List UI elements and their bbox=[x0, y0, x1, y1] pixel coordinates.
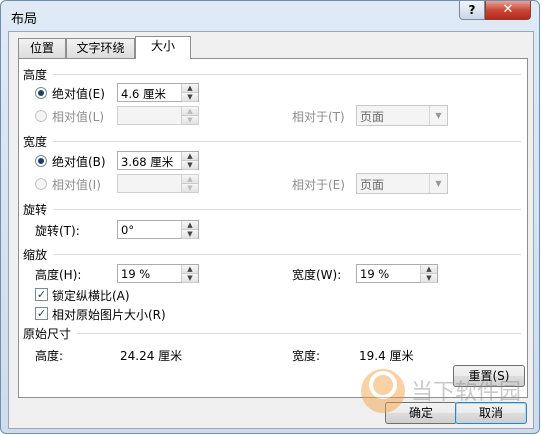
lock-aspect-ratio-checkbox[interactable]: ✓ bbox=[35, 288, 48, 301]
width-absolute-value: 3.68 厘米 bbox=[121, 155, 174, 169]
spin-up-icon[interactable]: ▲ bbox=[182, 265, 198, 274]
spin-down-icon[interactable]: ▼ bbox=[182, 184, 198, 193]
height-section-title: 高度 bbox=[23, 68, 48, 82]
scale-width-value: 19 % bbox=[360, 267, 390, 281]
spin-down-icon[interactable]: ▼ bbox=[182, 274, 198, 283]
height-relative-to-value: 页面 bbox=[360, 110, 385, 124]
spin-up-icon[interactable]: ▲ bbox=[421, 265, 437, 274]
height-absolute-radio[interactable] bbox=[35, 87, 47, 99]
size-panel: 高度 绝对值(E) 4.6 厘米 ▲ ▼ 相对值(L) ▲ ▼ 相对于(T) 页面 … bbox=[18, 58, 528, 398]
title-bar: 布局 ? ✕ bbox=[1, 1, 541, 29]
rotation-value: 0° bbox=[121, 223, 135, 237]
spin-up-icon[interactable]: ▲ bbox=[182, 107, 198, 116]
rotation-input[interactable]: 0° ▲ ▼ bbox=[117, 220, 199, 239]
scale-section-title: 缩放 bbox=[23, 248, 48, 262]
chevron-down-icon: ▼ bbox=[429, 106, 447, 125]
height-relative-radio[interactable] bbox=[35, 110, 47, 122]
width-relative-input[interactable]: ▲ ▼ bbox=[117, 174, 199, 193]
spin-down-icon[interactable]: ▼ bbox=[182, 116, 198, 125]
width-absolute-label: 绝对值(B) bbox=[52, 155, 106, 169]
relative-original-size-label: 相对原始图片大小(R) bbox=[52, 308, 166, 322]
divider bbox=[77, 333, 521, 334]
width-relative-to-select[interactable]: 页面 ▼ bbox=[356, 173, 448, 194]
scale-height-value: 19 % bbox=[121, 267, 151, 281]
height-absolute-value: 4.6 厘米 bbox=[121, 87, 166, 101]
spin-down-icon[interactable]: ▼ bbox=[182, 161, 198, 170]
spin-down-icon[interactable]: ▼ bbox=[182, 93, 198, 102]
tab-position[interactable]: 位置 bbox=[18, 38, 66, 58]
width-absolute-input[interactable]: 3.68 厘米 ▲ ▼ bbox=[117, 151, 199, 170]
tab-text-wrap[interactable]: 文字环绕 bbox=[66, 38, 135, 58]
spin-down-icon[interactable]: ▼ bbox=[182, 230, 198, 239]
height-relative-to-label: 相对于(T) bbox=[292, 110, 345, 124]
divider bbox=[53, 141, 521, 142]
width-relative-label: 相对值(I) bbox=[52, 178, 101, 192]
height-absolute-input[interactable]: 4.6 厘米 ▲ ▼ bbox=[117, 83, 199, 102]
window-title: 布局 bbox=[11, 12, 38, 27]
width-relative-radio[interactable] bbox=[35, 178, 47, 190]
rotation-label: 旋转(T): bbox=[35, 224, 80, 238]
lock-aspect-ratio-label: 锁定纵横比(A) bbox=[52, 289, 130, 303]
height-absolute-label: 绝对值(E) bbox=[52, 87, 105, 101]
watermark-logo: 当下软件园 bbox=[361, 369, 521, 413]
spin-up-icon[interactable]: ▲ bbox=[182, 84, 198, 93]
spin-up-icon[interactable]: ▲ bbox=[182, 221, 198, 230]
tab-size[interactable]: 大小 bbox=[135, 36, 191, 59]
divider bbox=[53, 254, 521, 255]
close-button[interactable]: ✕ bbox=[485, 1, 531, 20]
height-relative-input[interactable]: ▲ ▼ bbox=[117, 106, 199, 125]
original-size-section-title: 原始尺寸 bbox=[23, 327, 72, 341]
relative-original-size-checkbox[interactable]: ✓ bbox=[35, 307, 48, 320]
scale-height-input[interactable]: 19 % ▲ ▼ bbox=[117, 264, 199, 283]
width-relative-to-value: 页面 bbox=[360, 178, 385, 192]
width-relative-to-label: 相对于(E) bbox=[292, 178, 345, 192]
width-section-title: 宽度 bbox=[23, 135, 48, 149]
spin-down-icon[interactable]: ▼ bbox=[421, 274, 437, 283]
original-width-label: 宽度: bbox=[292, 349, 321, 363]
layout-dialog: 布局 ? ✕ 位置 文字环绕 大小 高度 绝对值(E) 4.6 厘米 ▲ ▼ 相对… bbox=[0, 0, 540, 434]
height-relative-label: 相对值(L) bbox=[52, 110, 105, 124]
scale-width-label: 宽度(W): bbox=[292, 268, 342, 282]
spin-up-icon[interactable]: ▲ bbox=[182, 152, 198, 161]
chevron-down-icon: ▼ bbox=[429, 174, 447, 193]
divider bbox=[53, 209, 521, 210]
scale-height-label: 高度(H): bbox=[35, 268, 82, 282]
scale-width-input[interactable]: 19 % ▲ ▼ bbox=[356, 264, 438, 283]
rotate-section-title: 旋转 bbox=[23, 203, 48, 217]
width-absolute-radio[interactable] bbox=[35, 155, 47, 167]
watermark-logo-icon bbox=[361, 369, 405, 413]
watermark-text: 当下软件园 bbox=[411, 380, 521, 405]
original-height-label: 高度: bbox=[35, 349, 64, 363]
divider bbox=[53, 74, 521, 75]
spin-up-icon[interactable]: ▲ bbox=[182, 175, 198, 184]
help-button[interactable]: ? bbox=[459, 1, 485, 20]
height-relative-to-select[interactable]: 页面 ▼ bbox=[356, 105, 448, 126]
original-height-value: 24.24 厘米 bbox=[120, 349, 183, 363]
